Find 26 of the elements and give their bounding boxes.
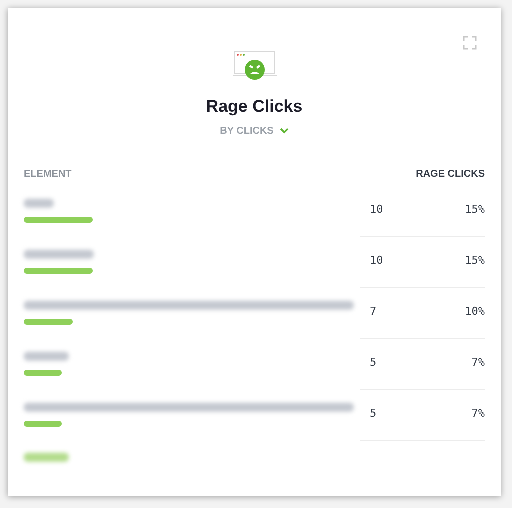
click-count: 5: [370, 355, 377, 372]
click-percent: 7%: [472, 406, 485, 422]
click-count: 5: [370, 406, 377, 422]
usage-bar: [24, 217, 93, 223]
click-percent: 15%: [465, 202, 485, 218]
click-count: 10: [370, 202, 384, 218]
angry-browser-icon: [232, 50, 278, 82]
redacted-text: [24, 250, 94, 259]
click-count: 10: [370, 253, 384, 270]
usage-bar: [24, 421, 62, 427]
redacted-text: [24, 352, 69, 361]
usage-bar: [24, 268, 93, 274]
chevron-down-icon: [280, 128, 289, 134]
click-percent: 10%: [465, 304, 485, 320]
click-count: 7: [370, 304, 377, 320]
expand-icon[interactable]: [463, 36, 477, 50]
usage-bar: [24, 370, 62, 376]
widget-title: Rage Clicks: [206, 96, 303, 118]
redacted-text: [24, 452, 69, 462]
redacted-text: [24, 199, 54, 208]
column-header: RAGE CLICKS: [416, 168, 485, 182]
sort-dropdown[interactable]: BY CLICKS: [220, 124, 289, 138]
click-percent: 15%: [465, 253, 485, 270]
column-header: ELEMENT: [24, 168, 73, 182]
click-percent: 7%: [472, 355, 485, 372]
usage-bar: [24, 319, 73, 325]
